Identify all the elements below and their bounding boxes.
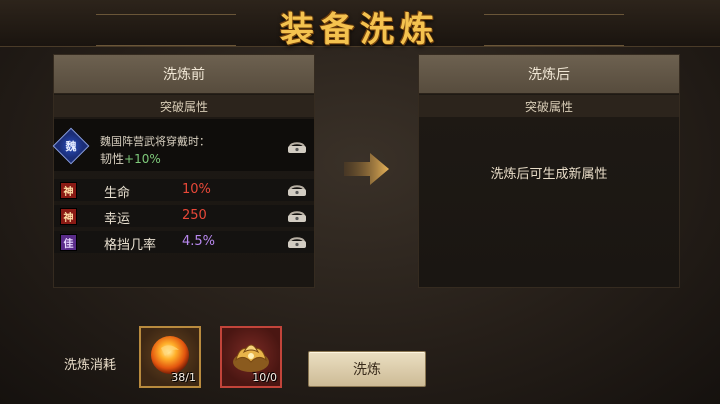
breakthrough-effect-value: +10% <box>124 152 161 166</box>
cost-item-fire-orb[interactable]: 38/1 <box>139 326 201 388</box>
wash-button[interactable]: 洗炼 <box>308 351 426 387</box>
before-panel: 洗炼前 突破属性 魏 魏国阵营武将穿戴时： 韧性+10% 神 生命 10% 神 … <box>52 54 315 288</box>
wash-button-label: 洗炼 <box>353 362 381 378</box>
stat-row-hp: 神 生命 10% <box>54 179 314 201</box>
after-panel-title: 洗炼后 <box>528 67 570 83</box>
stat-value: 10% <box>182 182 211 197</box>
excellent-badge-icon: 佳 <box>60 234 77 251</box>
stat-name: 生命 <box>104 186 131 201</box>
before-panel-subheader: 突破属性 <box>54 95 314 117</box>
page-title: 装备洗炼 <box>280 10 440 50</box>
after-panel: 洗炼后 突破属性 洗炼后可生成新属性 <box>418 54 680 288</box>
stat-row-block-rate: 佳 格挡几率 4.5% <box>54 231 314 253</box>
title-banner: 装备洗炼 <box>0 0 720 50</box>
divine-badge-icon: 神 <box>60 182 77 199</box>
cost-item-golden-lotus[interactable]: 10/0 <box>220 326 282 388</box>
before-panel-header: 洗炼前 <box>54 55 314 94</box>
after-subheader-label: 突破属性 <box>524 99 573 114</box>
lock-toggle-icon[interactable] <box>286 235 308 249</box>
stat-name: 幸运 <box>104 212 131 227</box>
divine-badge-icon: 神 <box>60 208 77 225</box>
lock-toggle-icon[interactable] <box>286 140 308 154</box>
arrow-right-icon <box>344 153 389 185</box>
stat-row-luck: 神 幸运 250 <box>54 205 314 227</box>
stat-value: 250 <box>182 208 207 223</box>
item-count: 10/0 <box>252 371 277 384</box>
breakthrough-condition: 魏国阵营武将穿戴时： <box>100 135 210 148</box>
breakthrough-effect-name: 韧性 <box>100 152 125 166</box>
stat-value: 4.5% <box>182 234 216 249</box>
after-panel-header: 洗炼后 <box>419 55 679 94</box>
after-placeholder-message: 洗炼后可生成新属性 <box>490 167 608 182</box>
lock-toggle-icon[interactable] <box>286 209 308 223</box>
breakthrough-attribute-row: 魏 魏国阵营武将穿戴时： 韧性+10% <box>52 119 314 171</box>
stat-name: 格挡几率 <box>104 238 157 253</box>
before-subheader-label: 突破属性 <box>159 99 208 114</box>
item-count: 38/1 <box>171 371 196 384</box>
breakthrough-effect: 韧性+10% <box>100 150 161 167</box>
lock-toggle-icon[interactable] <box>286 183 308 197</box>
before-panel-title: 洗炼前 <box>163 67 205 83</box>
cost-label: 洗炼消耗 <box>64 358 117 373</box>
after-panel-subheader: 突破属性 <box>419 95 679 117</box>
gem-label: 魏 <box>65 140 77 153</box>
